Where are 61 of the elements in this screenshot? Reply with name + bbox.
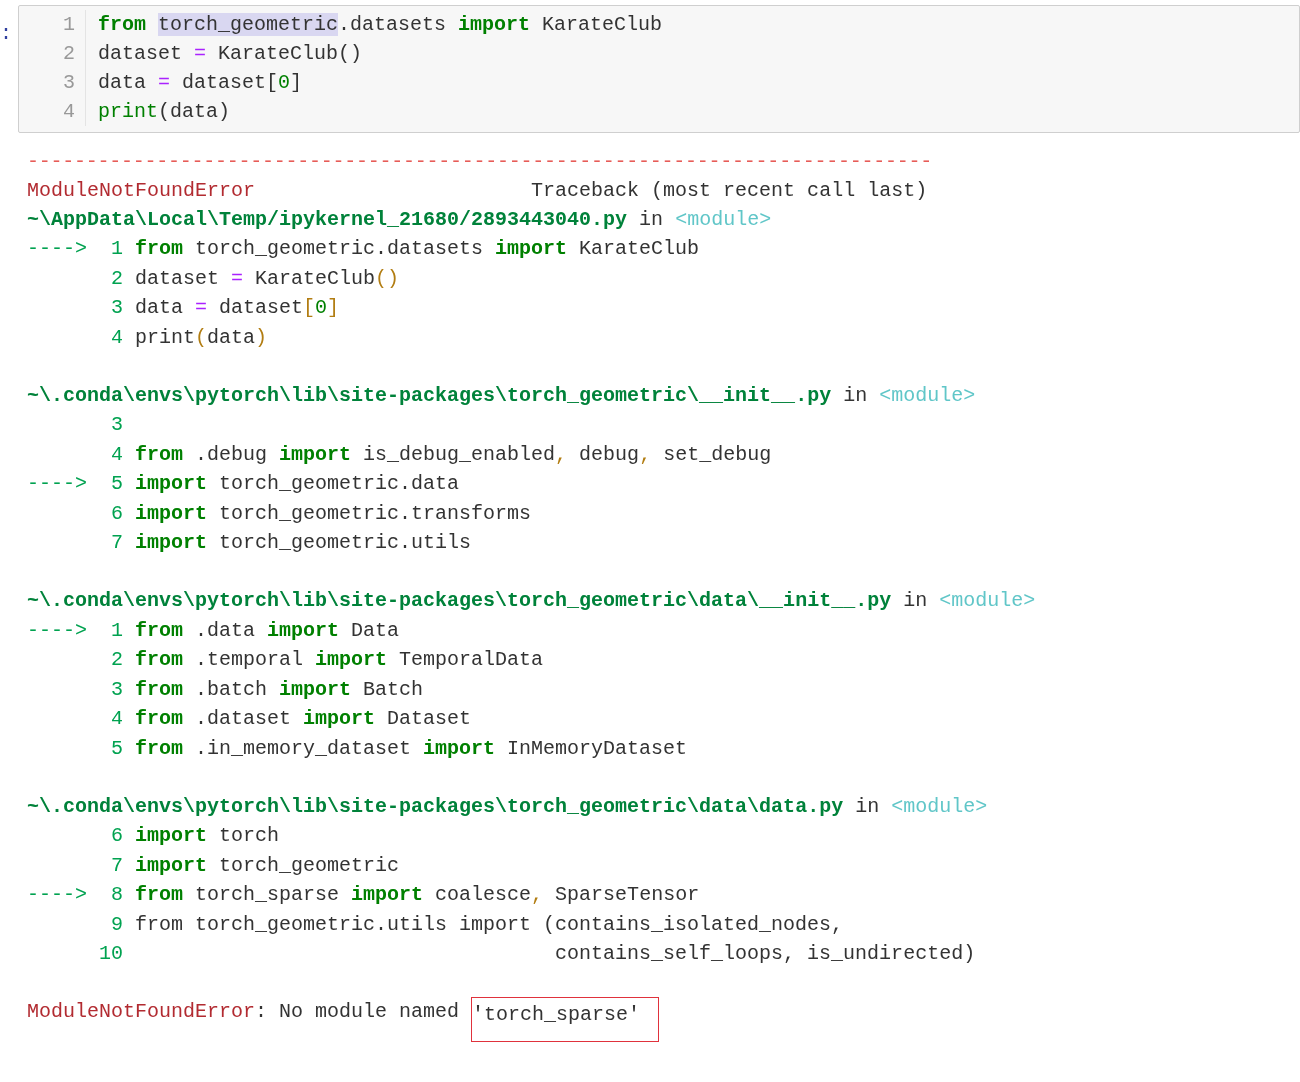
- code-line: from torch_geometric.datasets import KarateClub: [135, 236, 700, 263]
- line-number: 3: [110, 295, 123, 322]
- error-name: ModuleNotFoundError: [27, 999, 256, 1026]
- error-message: : No module named: [255, 999, 461, 1026]
- code-line: dataset = KarateClub(): [135, 265, 400, 292]
- cell-prompt: :: [0, 21, 13, 47]
- line-number: 4: [110, 706, 123, 733]
- code-line: import torch_geometric.data: [135, 471, 460, 498]
- current-line-arrow: ---->: [27, 883, 87, 907]
- line-number: 3: [110, 676, 123, 703]
- line-number: 1: [19, 10, 86, 39]
- line-number: 6: [110, 500, 123, 527]
- line-number: 2: [110, 647, 123, 674]
- code-line: from torch_geometric.utils import (contains_isolated_nodes,: [135, 911, 844, 938]
- code-line: from .batch import Batch: [135, 676, 424, 703]
- line-number: 5: [110, 735, 123, 762]
- frame-path: ~\AppData\Local\Temp/ipykernel_21680/2893443040.py in <module>: [27, 207, 773, 233]
- error-name: ModuleNotFoundError: [27, 178, 256, 204]
- line-number: 3: [110, 412, 123, 439]
- code-line: from .temporal import TemporalData: [135, 647, 544, 674]
- current-line-arrow: ---->: [27, 237, 87, 261]
- line-number: 2: [110, 265, 123, 292]
- code-line: contains_self_loops, is_undirected): [554, 940, 976, 967]
- code-line: import torch_geometric.transforms: [135, 500, 532, 527]
- line-number: 4: [110, 324, 123, 351]
- code-line: print(data): [135, 324, 268, 351]
- code-line: from .debug import is_debug_enabled, debug, set_debug: [135, 441, 772, 468]
- line-number: 4: [19, 97, 86, 126]
- code-line: import torch_geometric.utils: [135, 530, 472, 557]
- line-number: 8: [110, 882, 123, 909]
- line-number: 9: [110, 911, 123, 938]
- line-number: 4: [110, 441, 123, 468]
- code-line: from torch_geometric.datasets import KarateClub: [98, 12, 663, 38]
- code-line: import torch_geometric: [135, 852, 400, 879]
- code-line: import torch: [135, 823, 280, 850]
- line-number: 7: [110, 852, 123, 879]
- frame-path: ~\.conda\envs\pytorch\lib\site-packages\torch_geometric\__init__.py in <module>: [27, 383, 977, 410]
- line-number: 5: [110, 471, 123, 498]
- line-number: 1: [110, 617, 123, 644]
- code-line: print(data): [98, 99, 231, 125]
- traceback-rule: -----------------------------------------------------------------------------: [27, 149, 933, 175]
- code-line: dataset = KarateClub(): [98, 41, 363, 67]
- code-line: from torch_sparse import coalesce, SparseTensor: [135, 882, 700, 909]
- line-number: 3: [19, 68, 86, 97]
- traceback-label: Traceback (most recent call last): [531, 178, 928, 204]
- code-line: from .in_memory_dataset import InMemoryDataset: [135, 735, 688, 762]
- code-line: from .data import Data: [135, 617, 400, 644]
- line-number: 2: [19, 39, 86, 68]
- line-number: 6: [110, 823, 123, 850]
- frame-path: ~\.conda\envs\pytorch\lib\site-packages\torch_geometric\data\__init__.py in <module>: [27, 588, 1037, 615]
- current-line-arrow: ---->: [27, 472, 87, 496]
- line-number: 1: [110, 236, 123, 263]
- code-editor[interactable]: 1 from torch_geometric.datasets import KarateClub 2 dataset = KarateClub() 3 data = dataset[0] 4 print(data): [18, 5, 1300, 133]
- frame-path: ~\.conda\envs\pytorch\lib\site-packages\torch_geometric\data\data.py in <module>: [27, 793, 989, 820]
- highlighted-module-name: 'torch_sparse': [471, 997, 660, 1043]
- code-line: data = dataset[0]: [135, 295, 340, 322]
- current-line-arrow: ---->: [27, 618, 87, 642]
- line-number: 10: [98, 940, 123, 967]
- line-number: 7: [110, 530, 123, 557]
- code-line: from .dataset import Dataset: [135, 706, 472, 733]
- code-line: data = dataset[0]: [98, 70, 303, 96]
